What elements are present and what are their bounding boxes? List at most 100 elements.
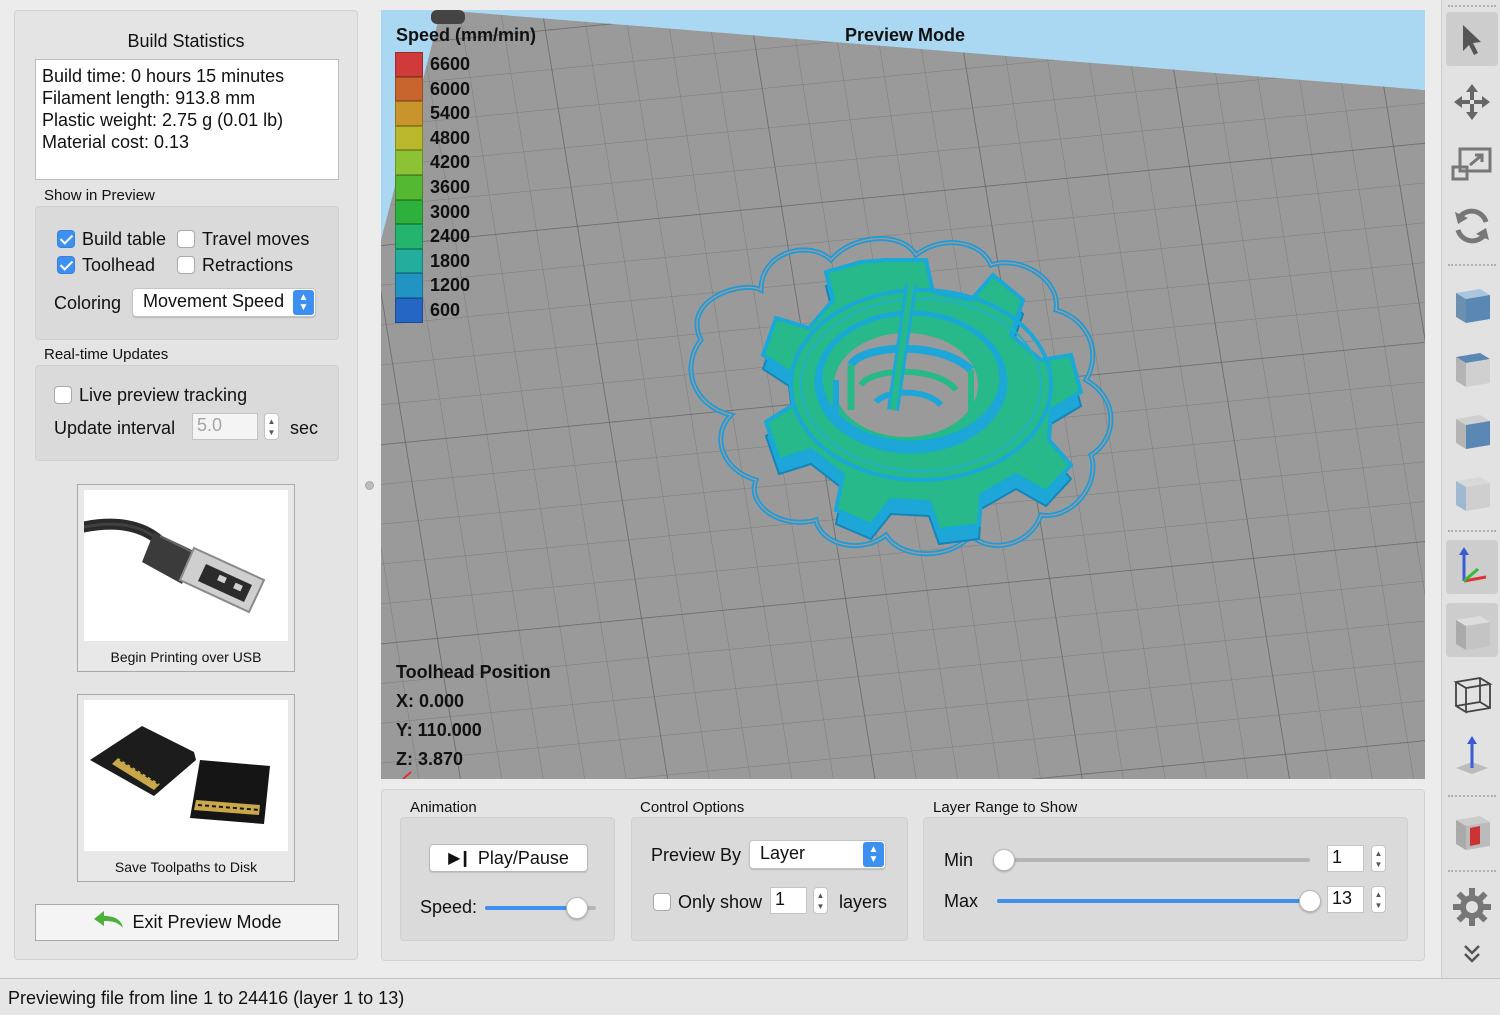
view-front-icon[interactable] bbox=[1446, 340, 1498, 394]
layer-min-knob[interactable] bbox=[993, 849, 1015, 871]
speed-label: Speed: bbox=[420, 897, 478, 917]
coloring-select[interactable]: Movement Speed ▲ ▼ bbox=[132, 288, 316, 317]
legend-value: 4200 bbox=[430, 152, 471, 173]
view-iso-icon[interactable] bbox=[1446, 276, 1498, 330]
preview-viewport[interactable]: Speed (mm/min) Preview Mode 6600 6000 5400… bbox=[381, 10, 1425, 779]
filament-length-text: Filament length: 913.8 mm bbox=[42, 88, 256, 108]
realtime-updates-group: Live preview tracking Update interval 5.… bbox=[35, 365, 339, 461]
legend-swatch bbox=[395, 248, 423, 274]
section-view-icon[interactable] bbox=[1446, 803, 1498, 857]
select-arrow-icon[interactable] bbox=[1446, 12, 1498, 66]
select-arrows-icon: ▲ ▼ bbox=[293, 290, 314, 315]
layer-max-stepper[interactable]: ▲ ▼ bbox=[1371, 886, 1386, 913]
material-cost-text: Material cost: 0.13 bbox=[42, 132, 190, 152]
show-in-preview-title: Show in Preview bbox=[44, 187, 155, 204]
scale-icon[interactable] bbox=[1446, 137, 1498, 191]
legend-swatch bbox=[395, 175, 423, 200]
build-statistics-title: Build Statistics bbox=[127, 31, 245, 51]
legend-swatch bbox=[395, 273, 423, 298]
save-toolpaths-disk-label: Save Toolpaths to Disk bbox=[114, 859, 258, 875]
retractions-label: Retractions bbox=[202, 255, 294, 275]
usb-cable-image bbox=[73, 490, 288, 641]
legend-value: 1200 bbox=[430, 275, 471, 296]
z-axis-icon[interactable] bbox=[1446, 727, 1498, 781]
exit-preview-button[interactable]: Exit Preview Mode bbox=[35, 904, 339, 941]
view-side-icon[interactable] bbox=[1446, 402, 1498, 456]
update-interval-label: Update interval bbox=[54, 418, 176, 438]
toolhead-position-title: Toolhead Position bbox=[396, 662, 551, 682]
layer-max-label: Max bbox=[944, 891, 979, 911]
layers-label: layers bbox=[839, 892, 888, 912]
play-pause-button[interactable]: ▶❙ Play/Pause bbox=[429, 844, 588, 872]
speed-legend-title: Speed (mm/min) bbox=[396, 25, 537, 45]
legend-swatch bbox=[395, 199, 423, 225]
animation-speed-knob[interactable] bbox=[566, 897, 589, 919]
toolhead-x: X: 0.000 bbox=[396, 691, 465, 711]
layer-max-fill bbox=[997, 899, 1310, 903]
toolhead-y: Y: 110.000 bbox=[396, 720, 482, 740]
view-top-icon[interactable] bbox=[1446, 464, 1498, 518]
begin-printing-usb-button[interactable]: Begin Printing over USB bbox=[73, 484, 295, 672]
exit-preview-label: Exit Preview Mode bbox=[132, 912, 282, 932]
legend-value: 600 bbox=[430, 300, 461, 320]
build-time-text: Build time: 0 hours 15 minutes bbox=[42, 66, 285, 86]
travel-moves-label: Travel moves bbox=[202, 229, 310, 249]
live-tracking-checkbox[interactable] bbox=[54, 386, 72, 404]
coloring-select-value: Movement Speed bbox=[143, 291, 285, 311]
save-toolpaths-disk-button[interactable]: Save Toolpaths to Disk bbox=[77, 694, 295, 882]
retractions-checkbox[interactable] bbox=[177, 256, 195, 274]
gear-icon[interactable] bbox=[1446, 880, 1498, 934]
legend-swatch bbox=[395, 52, 423, 77]
layer-min-field[interactable]: 1 bbox=[1327, 845, 1364, 872]
legend-swatch bbox=[395, 101, 423, 126]
legend-value: 4800 bbox=[430, 127, 471, 148]
update-interval-stepper[interactable]: ▲ ▼ bbox=[264, 413, 279, 440]
legend-value: 5400 bbox=[430, 103, 471, 124]
legend-value: 1800 bbox=[430, 250, 471, 271]
chevron-down-icon[interactable] bbox=[1446, 934, 1498, 974]
only-show-stepper[interactable]: ▲ ▼ bbox=[813, 887, 828, 914]
legend-swatch bbox=[395, 125, 423, 151]
layer-range-title: Layer Range to Show bbox=[933, 799, 1078, 816]
toolhead-label: Toolhead bbox=[82, 255, 156, 275]
right-toolbar bbox=[1441, 0, 1500, 978]
preview-by-value: Layer bbox=[760, 843, 806, 863]
legend-value: 3000 bbox=[430, 201, 471, 222]
layer-max-knob[interactable] bbox=[1299, 890, 1321, 912]
move-icon[interactable] bbox=[1446, 75, 1498, 129]
only-show-checkbox[interactable] bbox=[653, 893, 671, 911]
rotate-icon[interactable] bbox=[1446, 199, 1498, 253]
status-text: Previewing file from line 1 to 24416 (la… bbox=[8, 988, 405, 1008]
preview-mode-title: Preview Mode bbox=[845, 25, 966, 45]
preview-by-select[interactable]: Layer ▲ ▼ bbox=[749, 840, 886, 869]
legend-value: 6000 bbox=[430, 78, 471, 99]
solid-view-icon[interactable] bbox=[1446, 603, 1498, 657]
travel-moves-checkbox[interactable] bbox=[177, 230, 195, 248]
coloring-label: Coloring bbox=[54, 293, 122, 313]
preview-controls-panel: Animation ▶❙ Play/Pause Speed: Control O… bbox=[381, 789, 1425, 961]
layer-min-slider[interactable] bbox=[1004, 858, 1310, 862]
toolhead-checkbox[interactable] bbox=[57, 256, 75, 274]
legend-swatch bbox=[395, 224, 423, 249]
layer-max-field[interactable]: 13 bbox=[1327, 886, 1364, 913]
layer-range-group: Min 1 ▲ ▼ Max 13 ▲ ▼ bbox=[923, 817, 1408, 941]
control-options-title: Control Options bbox=[640, 799, 745, 816]
build-statistics-box: Build time: 0 hours 15 minutes Filament … bbox=[35, 59, 339, 180]
legend-value: 2400 bbox=[430, 226, 471, 247]
play-pause-icon: ▶❙ bbox=[448, 850, 472, 867]
build-table-label: Build table bbox=[82, 229, 167, 249]
wireframe-icon[interactable] bbox=[1446, 665, 1498, 719]
preview-by-label: Preview By bbox=[651, 845, 742, 865]
splitter-handle[interactable] bbox=[365, 481, 374, 490]
legend-value: 3600 bbox=[430, 177, 471, 197]
update-interval-field[interactable]: 5.0 bbox=[192, 413, 258, 440]
layer-min-stepper[interactable]: ▲ ▼ bbox=[1371, 845, 1386, 872]
build-table-checkbox[interactable] bbox=[57, 230, 75, 248]
sd-card-image bbox=[84, 700, 288, 851]
layer-min-label: Min bbox=[944, 850, 974, 870]
show-in-preview-group: Build table Travel moves Toolhead Retrac… bbox=[35, 206, 339, 340]
axes-icon[interactable] bbox=[1446, 540, 1498, 594]
only-show-field[interactable]: 1 bbox=[770, 887, 807, 914]
plastic-weight-text: Plastic weight: 2.75 g (0.01 lb) bbox=[42, 110, 284, 130]
select-arrows-icon: ▲ ▼ bbox=[863, 842, 884, 867]
